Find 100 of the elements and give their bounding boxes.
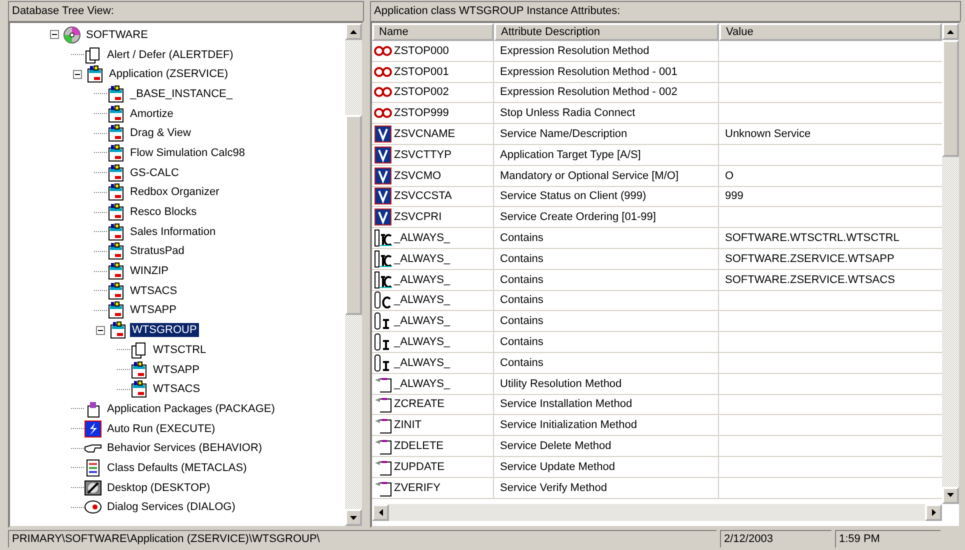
- tree-item[interactable]: WTSCTRL: [151, 342, 208, 357]
- contains-icon: [374, 291, 392, 310]
- application-icon: [107, 222, 125, 241]
- variable-icon: [374, 125, 392, 144]
- application-icon: [107, 104, 125, 123]
- application-icon: [107, 144, 125, 162]
- attribute-name: ZSTOP002: [394, 86, 449, 98]
- tree-item[interactable]: StratusPad: [128, 244, 186, 258]
- attribute-name: ZCREATE: [394, 398, 445, 410]
- attribute-name: _ALWAYS_: [394, 336, 450, 348]
- tree-item[interactable]: Desktop (DESKTOP): [105, 480, 212, 495]
- attribute-name: ZSTOP999: [394, 107, 449, 120]
- dialog-icon: [84, 498, 102, 516]
- attribute-description: Application Target Type [A/S]: [500, 148, 641, 161]
- attribute-description: Stop Unless Radia Connect: [500, 107, 636, 120]
- tree-item[interactable]: WTSACS: [151, 382, 202, 396]
- application-icon: [86, 65, 104, 84]
- variable-icon: [374, 146, 392, 164]
- attribute-description: Expression Resolution Method - 001: [500, 66, 678, 78]
- scroll-thumb[interactable]: [942, 40, 959, 157]
- tree-item[interactable]: Redbox Organizer: [128, 185, 222, 200]
- tree-item[interactable]: Application Packages (PACKAGE): [105, 402, 277, 416]
- attribute-description: Service Name/Description: [500, 128, 628, 140]
- tree-item[interactable]: WINZIP: [128, 264, 170, 278]
- horizontal-scrollbar[interactable]: [372, 504, 942, 521]
- tree-item[interactable]: Auto Run (EXECUTE): [105, 422, 218, 436]
- attribute-description: Service Create Ordering [01-99]: [500, 211, 656, 224]
- tree-item[interactable]: Flow Simulation Calc98: [128, 146, 247, 160]
- scroll-up-button[interactable]: [345, 23, 362, 40]
- scroll-down-button[interactable]: [345, 509, 362, 526]
- tree-item[interactable]: Dialog Services (DIALOG): [105, 500, 238, 514]
- column-header[interactable]: Attribute Description: [494, 23, 719, 41]
- tree-item[interactable]: _BASE_INSTANCE_: [128, 86, 235, 101]
- tree-item[interactable]: Sales Information: [128, 224, 218, 239]
- scroll-thumb[interactable]: [345, 115, 362, 315]
- attribute-description: Mandatory or Optional Service [M/O]: [500, 170, 679, 182]
- tree-item[interactable]: Application (ZSERVICE): [107, 67, 230, 82]
- attribute-value: SOFTWARE.WTSCTRL.WTSCTRL: [725, 232, 900, 244]
- document-icon: [130, 340, 148, 359]
- attribute-description: Service Delete Method: [500, 440, 612, 452]
- attribute-name: ZDELETE: [394, 440, 444, 452]
- column-header[interactable]: Name: [372, 23, 494, 41]
- tree-item[interactable]: WTSACS: [128, 284, 180, 298]
- tree-item[interactable]: GS-CALC: [128, 166, 181, 180]
- variable-icon: [374, 208, 392, 226]
- attribute-description: Expression Resolution Method: [500, 44, 650, 57]
- attribute-name: _ALWAYS_: [394, 356, 450, 369]
- tree-item[interactable]: WTSGROUP: [130, 323, 199, 338]
- down-arrow-icon: [350, 516, 357, 520]
- vertical-scrollbar[interactable]: [345, 23, 362, 526]
- tree-item[interactable]: SOFTWARE: [84, 28, 150, 42]
- column-header[interactable]: Value: [719, 23, 942, 41]
- attribute-name: ZVERIFY: [394, 482, 440, 494]
- attribute-description: Contains: [500, 252, 544, 265]
- attribute-value: Unknown Service: [725, 128, 811, 140]
- attribute-description: Utility Resolution Method: [500, 378, 622, 390]
- disc-icon: [63, 26, 81, 44]
- attribute-description: Service Verify Method: [500, 482, 607, 494]
- application-icon: [107, 164, 125, 182]
- application-icon: [107, 84, 125, 103]
- collapse-toggle[interactable]: [73, 70, 82, 79]
- tree-item[interactable]: Resco Blocks: [128, 205, 199, 220]
- tree-item[interactable]: Class Defaults (METACLAS): [105, 460, 249, 475]
- tree-item[interactable]: WTSAPP: [128, 303, 178, 318]
- collapse-toggle[interactable]: [50, 30, 59, 40]
- variable-icon: [374, 166, 392, 185]
- document-icon: [84, 46, 102, 64]
- attribute-name: ZSTOP001: [394, 66, 449, 78]
- lightning-icon: [84, 420, 102, 438]
- attribute-description: Service Update Method: [500, 460, 615, 473]
- attribute-value: 999: [725, 190, 744, 202]
- scroll-down-button[interactable]: [942, 486, 959, 504]
- tree-item[interactable]: WTSAPP: [151, 362, 202, 377]
- contains-icon: [374, 250, 392, 268]
- contains-icon: [374, 354, 392, 372]
- attribute-name: ZSVCPRI: [394, 211, 442, 224]
- contains-icon: [374, 270, 392, 289]
- tree-item[interactable]: Alert / Defer (ALERTDEF): [105, 48, 236, 62]
- attribute-description: Expression Resolution Method - 002: [500, 86, 678, 98]
- attribute-value: O: [725, 170, 734, 182]
- vertical-scrollbar[interactable]: [942, 23, 959, 504]
- attribute-description: Contains: [500, 294, 544, 306]
- scroll-left-button[interactable]: [372, 504, 389, 521]
- tree-item[interactable]: Amortize: [128, 106, 176, 121]
- contains-icon: [374, 333, 392, 352]
- tree-item[interactable]: Drag & View: [128, 126, 193, 140]
- attribute-name: _ALWAYS_: [394, 232, 450, 244]
- attribute-name: ZSVCTTYP: [394, 148, 452, 161]
- attribute-name: ZUPDATE: [394, 460, 445, 473]
- attribute-description: Service Initialization Method: [500, 419, 637, 432]
- attribute-value: SOFTWARE.ZSERVICE.WTSAPP: [725, 252, 894, 265]
- application-icon: [130, 380, 148, 398]
- scroll-right-button[interactable]: [925, 504, 942, 521]
- right-arrow-icon: [932, 508, 936, 516]
- attribute-name: ZSVCCSTA: [394, 190, 452, 202]
- scroll-up-button[interactable]: [942, 23, 959, 40]
- tree-item[interactable]: Behavior Services (BEHAVIOR): [105, 441, 264, 456]
- application-icon: [107, 183, 125, 202]
- attribute-name: ZINIT: [394, 419, 422, 432]
- collapse-toggle[interactable]: [96, 326, 105, 335]
